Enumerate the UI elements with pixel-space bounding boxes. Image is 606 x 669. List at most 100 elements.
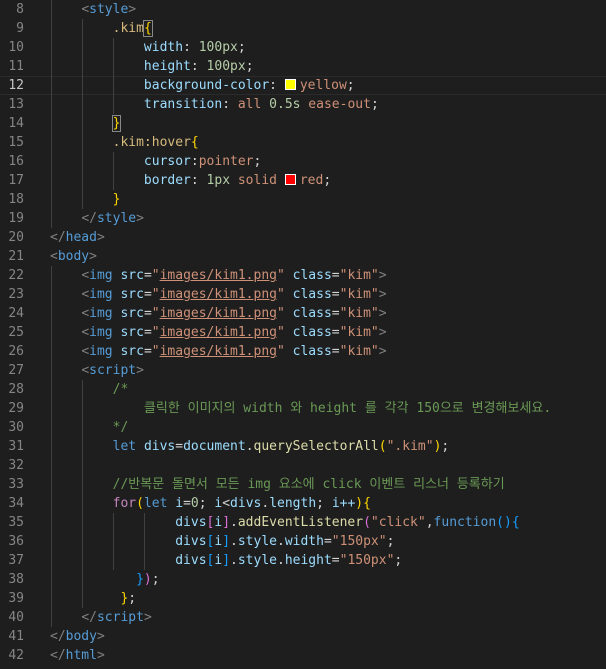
code-line-14[interactable]: 14 } [0, 114, 606, 133]
code-line-23[interactable]: 23 <img src="images/kim1.png" class="kim… [0, 285, 606, 304]
code-line-22[interactable]: 22 <img src="images/kim1.png" class="kim… [0, 266, 606, 285]
line-number: 32 [8, 458, 24, 473]
code-line-16[interactable]: 16 cursor:pointer; [0, 152, 606, 171]
code-line-35[interactable]: 35 divs[i].addEventListener("click",func… [0, 513, 606, 532]
line-number: 30 [8, 420, 24, 435]
code-line-27[interactable]: 27 <script> [0, 361, 606, 380]
code-token: ; [245, 59, 254, 74]
code-token: . [261, 496, 270, 511]
code-token: { [363, 496, 371, 511]
code-text: <img src="images/kim1.png" class="kim"> [50, 266, 386, 285]
code-text: <img src="images/kim1.png" class="kim"> [50, 304, 387, 323]
code-token: ( [378, 439, 387, 454]
tag-bracket: < [81, 325, 90, 340]
code-token: : [183, 40, 199, 55]
code-line-12[interactable]: 12 background-color: yellow; [0, 76, 606, 95]
code-text: background-color: yellow; [50, 76, 355, 95]
tag-bracket: < [81, 344, 90, 359]
line-number: 27 [8, 363, 24, 378]
code-line-13[interactable]: 13 transition: all 0.5s ease-out; [0, 95, 606, 114]
bracket: } [112, 192, 121, 207]
attr-name: class [284, 306, 332, 321]
tag-bracket: > [378, 287, 387, 302]
code-token: ( [363, 515, 371, 530]
code-line-34[interactable]: 34 for(let i=0; i<divs.length; i++){ [0, 494, 606, 513]
code-line-42[interactable]: 42 </html> [0, 646, 606, 665]
code-line-38[interactable]: 38 }); [0, 570, 606, 589]
code-line-39[interactable]: 39 }; [0, 589, 606, 608]
tag-bracket: </ [50, 629, 66, 644]
code-line-20[interactable]: 20 </head> [0, 228, 606, 247]
code-line-32[interactable]: 32 [0, 456, 606, 475]
code-text: </script> [50, 608, 151, 627]
code-text: } [50, 114, 122, 133]
code-token: solid [230, 173, 285, 188]
code-line-40[interactable]: 40 </script> [0, 608, 606, 627]
code-token: " [151, 306, 160, 321]
code-token: 1px [206, 173, 231, 188]
code-line-11[interactable]: 11 height: 100px; [0, 57, 606, 76]
code-token: width [284, 534, 324, 549]
tag-bracket: > [89, 249, 97, 264]
line-number: 28 [8, 382, 24, 397]
code-line-24[interactable]: 24 <img src="images/kim1.png" class="kim… [0, 304, 606, 323]
attr-value: "kim" [339, 325, 379, 340]
code-line-8[interactable]: 8 <style> [0, 0, 606, 19]
string: "click" [370, 515, 426, 530]
code-token: height [284, 553, 332, 568]
code-line-29[interactable]: 29 클릭한 이미지의 width 와 height 를 각각 150으로 변경… [0, 399, 606, 418]
code-line-41[interactable]: 41 </body> [0, 627, 606, 646]
code-token: ; [237, 40, 246, 55]
tag-bracket: </ [50, 648, 66, 663]
code-line-36[interactable]: 36 divs[i].style.width="150px"; [0, 532, 606, 551]
css-property: background-color [143, 78, 270, 93]
tag-bracket: < [81, 268, 90, 283]
code-token: () [496, 515, 512, 530]
tag-bracket: > [378, 306, 387, 321]
code-editor[interactable]: 8 <style> 9 .kim{10 width: 100px; 11 heigh… [0, 0, 606, 669]
code-token: = [323, 534, 332, 549]
code-line-37[interactable]: 37 divs[i].style.height="150px"; [0, 551, 606, 570]
code-line-9[interactable]: 9 .kim{ [0, 19, 606, 38]
code-line-33[interactable]: 33 //반복문 돌면서 모든 img 요소에 click 이벤트 리스너 등록… [0, 475, 606, 494]
tag-name: script [96, 610, 144, 625]
line-number: 34 [8, 496, 24, 511]
tag-bracket: > [136, 211, 144, 226]
code-token: } [136, 572, 144, 587]
code-text: border: 1px solid red; [50, 171, 331, 190]
code-line-15[interactable]: 15 .kim:hover{ [0, 133, 606, 152]
code-token: = [331, 553, 340, 568]
code-line-17[interactable]: 17 border: 1px solid red; [0, 171, 606, 190]
code-line-28[interactable]: 28 /* [0, 380, 606, 399]
code-text: //반복문 돌면서 모든 img 요소에 click 이벤트 리스너 등록하기 [50, 475, 505, 494]
code-token: ] [222, 553, 231, 568]
code-token: . [230, 515, 238, 530]
code-token: ; [370, 97, 379, 112]
tag-bracket: < [50, 249, 58, 264]
code-line-30[interactable]: 30 */ [0, 418, 606, 437]
code-line-18[interactable]: 18 } [0, 190, 606, 209]
css-selector: .kim [112, 21, 144, 36]
code-line-25[interactable]: 25 <img src="images/kim1.png" class="kim… [0, 323, 606, 342]
code-line-10[interactable]: 10 width: 100px; [0, 38, 606, 57]
red-color-swatch [284, 174, 296, 185]
code-line-31[interactable]: 31 let divs=document.querySelectorAll(".… [0, 437, 606, 456]
code-text: cursor:pointer; [50, 152, 261, 171]
code-token: ) [355, 496, 364, 511]
code-line-26[interactable]: 26 <img src="images/kim1.png" class="kim… [0, 342, 606, 361]
tag-name: img [89, 344, 113, 359]
code-text: let divs=document.querySelectorAll(".kim… [50, 437, 450, 456]
code-token: ) [143, 572, 152, 587]
code-text: .kim{ [50, 19, 153, 38]
code-line-19[interactable]: 19 </style> [0, 209, 606, 228]
image-path-link: images/kim1.png [159, 287, 277, 302]
code-line-21[interactable]: 21 <body> [0, 247, 606, 266]
